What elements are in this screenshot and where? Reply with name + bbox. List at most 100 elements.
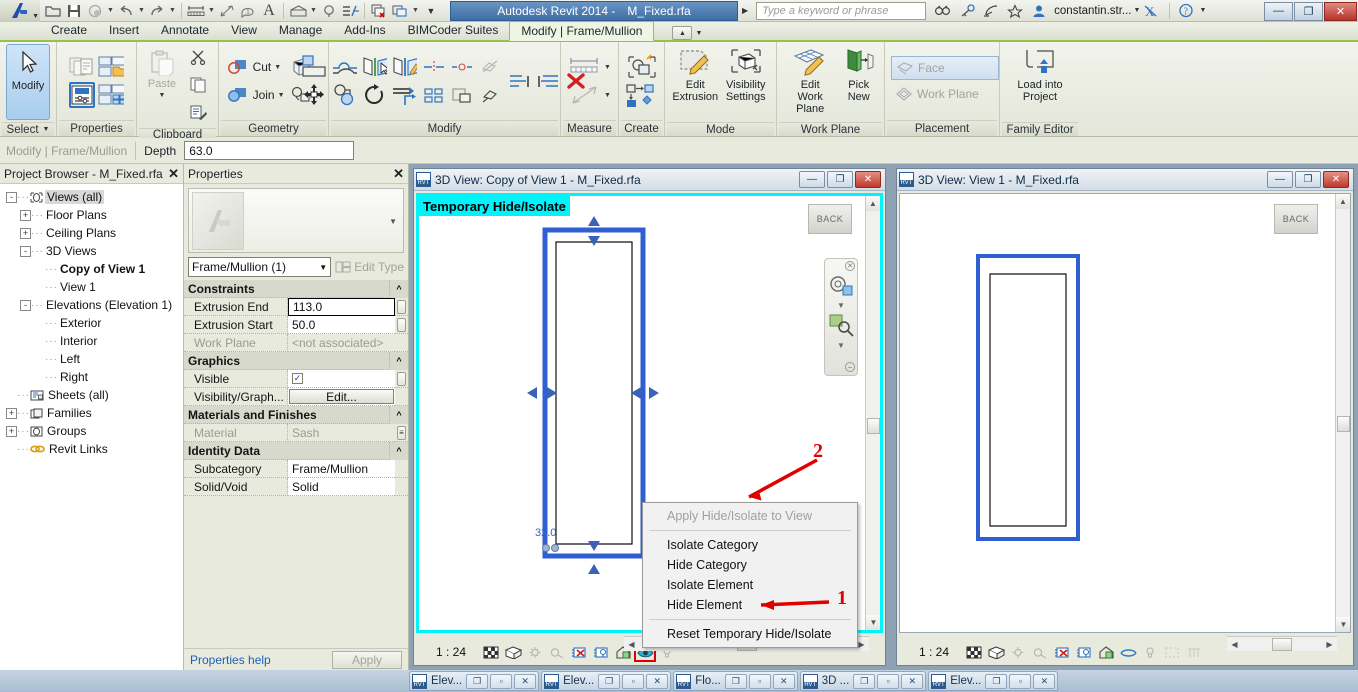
parameter-lock-icon[interactable] [397, 299, 406, 314]
user-dropdown-icon[interactable]: ▼ [1134, 7, 1141, 14]
visibility-settings-button[interactable]: Visibility Settings [722, 44, 771, 120]
property-row[interactable]: Extrusion Start 50.0 [184, 316, 408, 334]
property-row[interactable]: Work Plane <not associated> [184, 334, 408, 352]
task-minimize-button[interactable]: ▫ [1009, 673, 1032, 689]
user-account-icon[interactable] [1028, 1, 1050, 21]
tag-icon[interactable]: 1 [238, 1, 258, 21]
view-canvas-2[interactable]: BACK ▲ ▼ [899, 193, 1351, 633]
temporary-hide-isolate-icon-2[interactable] [1119, 644, 1137, 660]
copy-button[interactable] [186, 72, 212, 98]
property-row[interactable]: Extrusion End 113.0 [184, 298, 408, 316]
cut-geometry-button[interactable]: Cut ▼ [253, 54, 282, 80]
unpin-button[interactable] [477, 54, 503, 80]
property-row[interactable]: Visible ✓ [184, 370, 408, 388]
search-icon[interactable] [932, 1, 954, 21]
constraints-icon-2[interactable] [1185, 644, 1203, 660]
visual-style-icon-2[interactable] [987, 644, 1005, 660]
property-group-header[interactable]: Identity Data ^ [184, 442, 408, 460]
navbar-minimize-icon-1[interactable]: − [845, 362, 855, 372]
shadows-icon-2[interactable] [1031, 644, 1049, 660]
communication-center-icon[interactable] [980, 1, 1002, 21]
context-menu-item[interactable]: Isolate Element [643, 575, 857, 595]
shadows-icon-1[interactable] [548, 644, 566, 660]
family-category-button[interactable] [98, 54, 124, 80]
hscroll-left-icon-1[interactable]: ◀ [624, 637, 639, 651]
application-menu-button[interactable]: ▼ [0, 0, 40, 22]
property-value[interactable]: ✓ [288, 370, 395, 388]
move-button[interactable] [301, 82, 327, 108]
tree-item[interactable]: - ··· Elevations (Elevation 1) [2, 296, 181, 314]
property-value[interactable]: 50.0 [288, 316, 395, 334]
user-name-label[interactable]: constantin.str... [1054, 5, 1131, 17]
tree-item[interactable]: ··· Sheets (all) [2, 386, 181, 404]
vscroll-thumb-1[interactable] [867, 418, 880, 434]
type-selector-chevron-icon[interactable]: ▼ [319, 263, 327, 272]
join-geometry-icon[interactable] [225, 82, 251, 108]
collapse-ribbon-icon[interactable]: ▲ [672, 26, 693, 40]
property-group-header[interactable]: Constraints ^ [184, 280, 408, 298]
edit-work-plane-button[interactable]: Edit Work Plane [783, 44, 837, 120]
task-close-button[interactable]: ✕ [901, 673, 924, 689]
vscroll-up-icon-2[interactable]: ▲ [1336, 194, 1350, 209]
navbar-dropdown-1-icon[interactable]: ▼ [837, 301, 845, 310]
context-menu-item[interactable]: Hide Category [643, 555, 857, 575]
section-icon[interactable] [319, 1, 339, 21]
property-group-collapse-icon[interactable]: ^ [390, 352, 408, 370]
tree-item[interactable]: + ··· Floor Plans [2, 206, 181, 224]
match-type-button[interactable] [186, 100, 212, 126]
property-value[interactable]: 113.0 [288, 298, 395, 316]
task-minimize-button[interactable]: ▫ [877, 673, 900, 689]
task-minimize-button[interactable]: ▫ [748, 673, 771, 689]
properties-preview-dropdown-icon[interactable]: ▼ [389, 217, 397, 226]
apply-button[interactable]: Apply [332, 650, 402, 669]
property-group-collapse-icon[interactable]: ^ [390, 280, 408, 298]
rendering-settings-icon-2[interactable] [1053, 644, 1071, 660]
property-value[interactable]: <not associated> [288, 334, 395, 352]
measure-between-dropdown-icon[interactable]: ▼ [604, 64, 611, 71]
view-close-button-1[interactable]: ✕ [855, 171, 881, 188]
text-icon[interactable]: A [259, 1, 279, 21]
property-row[interactable]: Material Sash ≡ [184, 424, 408, 442]
property-value[interactable]: Edit... [288, 388, 395, 406]
thin-lines-icon[interactable] [340, 1, 360, 21]
face-button[interactable]: Face [891, 56, 999, 80]
rotate-button[interactable] [361, 82, 387, 108]
cut-clipboard-button[interactable] [186, 44, 212, 70]
subscription-key-icon[interactable] [956, 1, 978, 21]
vscroll-up-icon-1[interactable]: ▲ [866, 196, 880, 211]
tree-item[interactable]: + ··· Groups [2, 422, 181, 440]
modify-button[interactable]: Modify [6, 44, 50, 120]
properties-button[interactable] [69, 82, 95, 108]
reveal-hidden-elements-icon-2[interactable] [1141, 644, 1159, 660]
task-restore-button[interactable]: ❐ [985, 673, 1008, 689]
tree-item[interactable]: ··· Exterior [2, 314, 181, 332]
redo-icon[interactable] [147, 1, 167, 21]
view-vscrollbar-1[interactable]: ▲ ▼ [865, 196, 880, 630]
task-close-button[interactable]: ✕ [772, 673, 795, 689]
tree-item[interactable]: + ··· Families [2, 404, 181, 422]
offset-button[interactable] [331, 54, 357, 80]
measure-between-button[interactable] [568, 54, 602, 80]
view-cube-1[interactable]: BACK [808, 204, 852, 234]
tree-expander-icon[interactable]: - [20, 299, 31, 311]
navigation-bar-1[interactable]: ✕ ▼ ▼ − [824, 258, 858, 376]
save-icon[interactable] [64, 1, 84, 21]
detail-level-icon-2[interactable] [965, 644, 983, 660]
view-scale-label-2[interactable]: 1 : 24 [919, 645, 949, 659]
edit-type-button[interactable]: Edit Type [335, 260, 404, 274]
tree-item[interactable]: ··· View 1 [2, 278, 181, 296]
view-hscrollbar-2[interactable]: ◀ ▶ [1227, 636, 1337, 651]
cut-dropdown-icon[interactable]: ▼ [274, 64, 281, 71]
paste-button[interactable]: Paste ▼ [143, 47, 181, 123]
parameter-lock-icon[interactable] [397, 371, 406, 386]
tab-create[interactable]: Create [40, 20, 98, 40]
qat-customize-icon[interactable]: ▼ [421, 1, 441, 21]
mirror-draw-axis-button[interactable] [391, 54, 417, 80]
task-close-button[interactable]: ✕ [1033, 673, 1056, 689]
tree-item[interactable]: ··· Revit Links [2, 440, 181, 458]
align-left-button[interactable] [507, 68, 533, 94]
aligned-dimension-icon[interactable] [217, 1, 237, 21]
tree-item[interactable]: ··· Interior [2, 332, 181, 350]
vscroll-thumb-2[interactable] [1337, 416, 1350, 432]
view-cube-2[interactable]: BACK [1274, 204, 1318, 234]
